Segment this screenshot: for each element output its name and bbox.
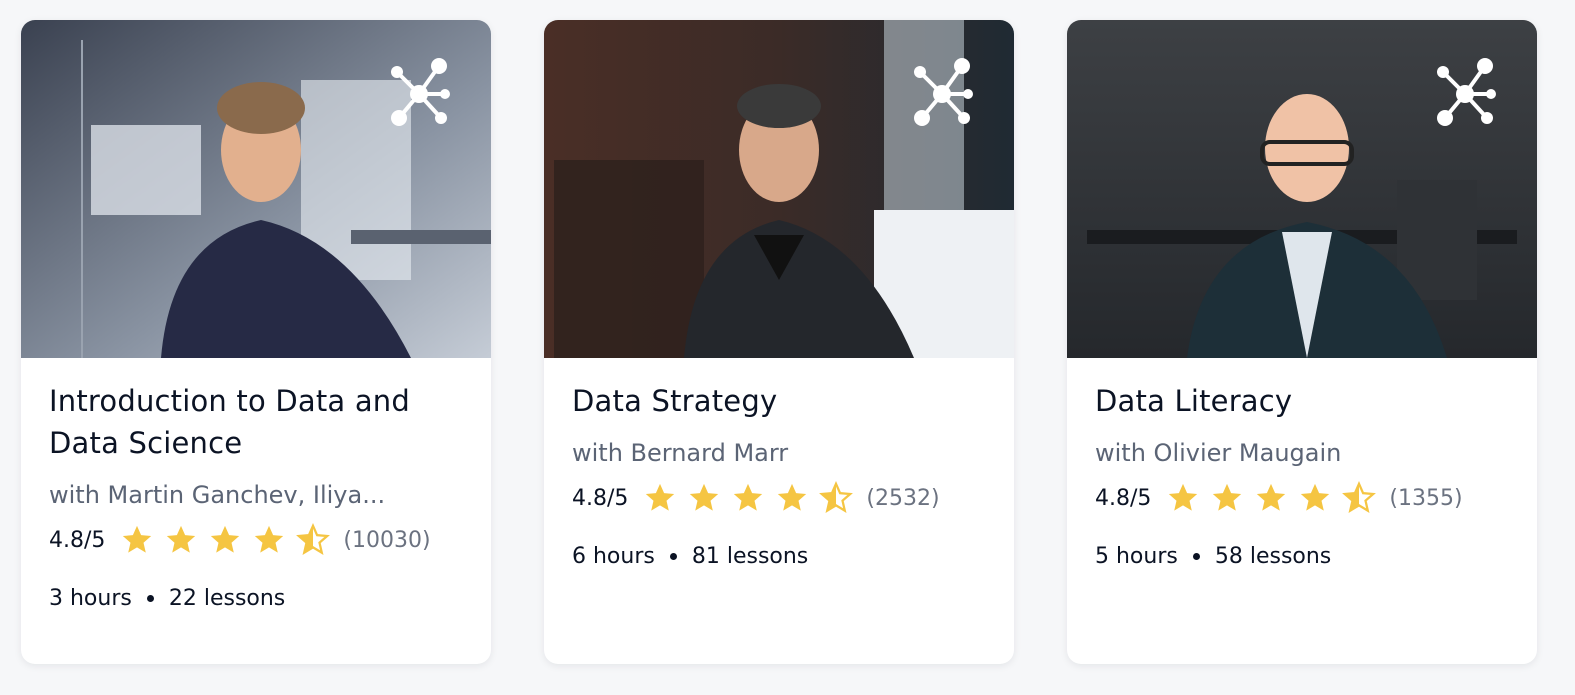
star-icon (1257, 483, 1286, 511)
course-meta: 3 hours 22 lessons (49, 586, 463, 611)
star-rating (1165, 481, 1377, 515)
network-icon (914, 58, 973, 126)
course-lessons: 81 lessons (691, 544, 809, 569)
rating-count: (2532) (866, 485, 940, 511)
star-icon (646, 483, 675, 511)
course-meta: 5 hours 58 lessons (1095, 544, 1509, 569)
half-star-icon (1342, 481, 1377, 513)
instructor-name: with Martin Ganchev, Iliya... (49, 481, 386, 509)
network-icon (391, 58, 450, 126)
star-icon (778, 483, 807, 511)
course-meta: 6 hours 81 lessons (572, 544, 986, 569)
instructor-name: with Olivier Maugain (1095, 439, 1342, 467)
star-icon (123, 525, 152, 553)
rating-row: 4.8/5 (1355) (1095, 478, 1509, 518)
star-icon (1169, 483, 1198, 511)
rating-score: 4.8/5 (1095, 485, 1152, 511)
course-thumbnail (544, 20, 1014, 358)
rating-count: (10030) (343, 527, 431, 553)
course-lessons: 22 lessons (168, 586, 286, 611)
rating-row: 4.8/5 (2532) (572, 478, 986, 518)
course-thumbnail (21, 20, 491, 358)
course-title[interactable]: Data Literacy (1095, 380, 1509, 422)
course-lessons: 58 lessons (1214, 544, 1332, 569)
course-duration: 5 hours (1095, 544, 1178, 569)
course-card[interactable]: Data Literacy with Olivier Maugain 4.8/5… (1067, 20, 1537, 664)
star-rating (119, 523, 331, 557)
half-star-icon (819, 481, 854, 513)
star-icon (211, 525, 240, 553)
star-icon (1301, 483, 1330, 511)
instructor-name: with Bernard Marr (572, 439, 789, 467)
course-duration: 6 hours (572, 544, 655, 569)
rating-count: (1355) (1389, 485, 1463, 511)
separator-dot (1192, 553, 1200, 560)
star-icon (734, 483, 763, 511)
course-card-row: Introduction to Data and Data Science wi… (0, 0, 1575, 695)
star-icon (1213, 483, 1242, 511)
course-title[interactable]: Introduction to Data and Data Science (49, 380, 463, 464)
course-title[interactable]: Data Strategy (572, 380, 986, 422)
course-thumbnail (1067, 20, 1537, 358)
star-icon (255, 525, 284, 553)
star-icon (167, 525, 196, 553)
course-duration: 3 hours (49, 586, 132, 611)
separator-dot (669, 553, 677, 560)
half-star-icon (296, 523, 331, 555)
course-card[interactable]: Data Strategy with Bernard Marr 4.8/5 (2… (544, 20, 1014, 664)
rating-row: 4.8/5 (10030) (49, 520, 463, 560)
rating-score: 4.8/5 (572, 485, 629, 511)
star-rating (642, 481, 854, 515)
star-icon (690, 483, 719, 511)
rating-score: 4.8/5 (49, 527, 106, 553)
network-icon (1437, 58, 1496, 126)
separator-dot (146, 595, 154, 602)
course-card[interactable]: Introduction to Data and Data Science wi… (21, 20, 491, 664)
